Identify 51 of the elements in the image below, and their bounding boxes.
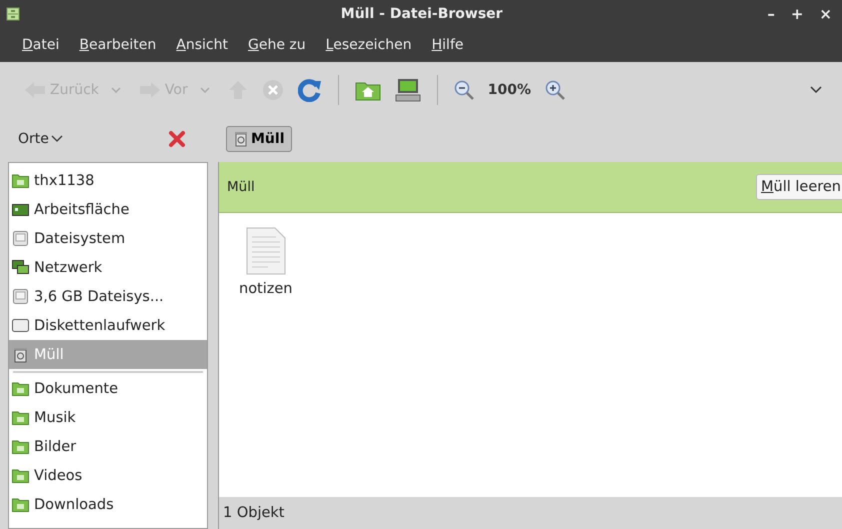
close-icon[interactable] <box>168 130 186 148</box>
computer-icon <box>394 78 421 102</box>
floppy-drive-icon <box>12 319 29 332</box>
menu-item[interactable]: Hilfe <box>424 37 476 53</box>
sidebar-item[interactable]: Videos <box>9 461 207 490</box>
folder-icon <box>12 440 29 454</box>
overflow-chevron-icon[interactable] <box>810 86 822 94</box>
drive-icon <box>12 231 29 246</box>
chevron-down-icon <box>50 135 63 143</box>
sidebar-item[interactable]: Netzwerk <box>9 253 207 282</box>
window-control[interactable]: × <box>815 5 836 23</box>
window-title: Müll - Datei-Browser <box>340 6 504 22</box>
menu-item[interactable]: Datei <box>14 37 72 53</box>
folder-icon <box>12 382 29 396</box>
zoom-out-icon <box>454 80 474 100</box>
sidebar-item[interactable]: Arbeitsfläche <box>9 195 207 224</box>
drive-icon <box>12 289 29 304</box>
trash-icon <box>233 131 249 147</box>
file-cabinet-icon <box>6 7 20 21</box>
network-icon <box>12 260 29 275</box>
text-file-icon[interactable] <box>246 227 286 275</box>
places-dropdown[interactable]: Orte <box>18 131 63 147</box>
folder-icon <box>12 410 29 424</box>
banner-title: Müll <box>227 179 255 195</box>
sidebar-item[interactable]: Bilder <box>9 432 207 461</box>
zoom-level: 100% <box>486 82 532 98</box>
sidebar-item[interactable]: Diskettenlaufwerk <box>9 311 207 340</box>
sidebar-item[interactable]: Dokumente <box>9 374 207 403</box>
sidebar-item[interactable]: 3,6 GB Dateisys... <box>9 282 207 311</box>
status-bar: 1 Objekt <box>219 497 842 529</box>
menu-item[interactable]: Lesezeichen <box>318 37 424 53</box>
empty-trash-button[interactable]: Müll leeren <box>756 174 842 200</box>
reload-icon <box>298 78 322 102</box>
desktop-icon <box>12 202 29 216</box>
trash-icon <box>12 346 29 362</box>
sidebar-item[interactable]: Downloads <box>9 490 207 519</box>
file-name[interactable]: notizen <box>239 281 292 297</box>
zoom-in-icon <box>544 80 565 100</box>
sidebar-item[interactable]: Musik <box>9 403 207 432</box>
menu-item[interactable]: Bearbeiten <box>71 37 168 53</box>
sidebar-item[interactable]: Dateisystem <box>9 224 207 253</box>
folder-icon <box>12 468 29 482</box>
window-control[interactable]: + <box>786 5 808 23</box>
menu-item[interactable]: Gehe zu <box>240 37 318 53</box>
home-folder-icon <box>12 174 29 188</box>
stop-icon <box>262 79 284 101</box>
window-control[interactable]: – <box>763 5 779 23</box>
folder-icon <box>12 498 29 512</box>
menu-item[interactable]: Ansicht <box>168 37 240 53</box>
path-button[interactable]: Müll <box>226 126 292 152</box>
sidebar-item[interactable]: thx1138 <box>9 166 207 195</box>
